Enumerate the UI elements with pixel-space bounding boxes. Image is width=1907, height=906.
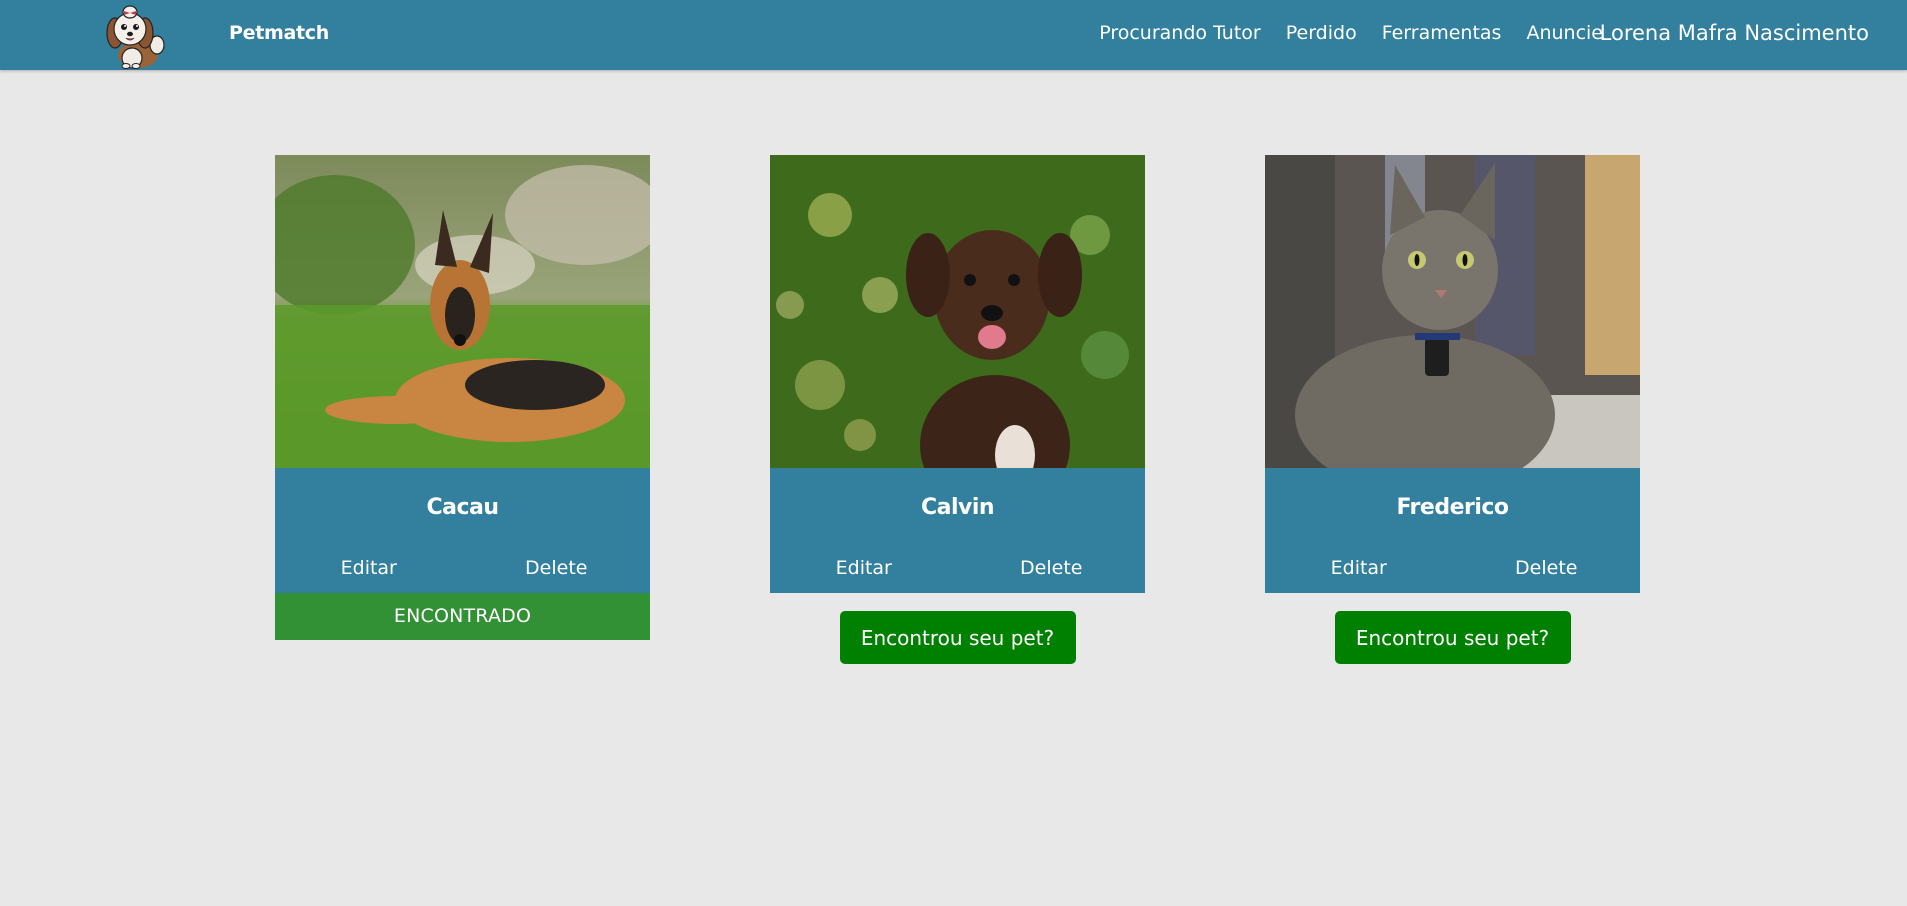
card-actions: Editar Delete [1265,548,1640,593]
pet-name: Frederico [1396,495,1509,520]
delete-button[interactable]: Delete [463,548,651,593]
user-menu[interactable]: Lorena Mafra Nascimento [1600,0,1869,66]
pet-card: Cacau Editar Delete ENCONTRADO [275,155,650,640]
card-actions: Editar Delete [275,548,650,593]
pet-card: Calvin Editar Delete Encontrou seu pet? [770,155,1145,664]
edit-button[interactable]: Editar [1265,548,1453,593]
pet-card: Frederico Editar Delete Encontrou seu pe… [1265,155,1640,664]
nav-link-perdido[interactable]: Perdido [1286,22,1357,44]
nav-link-ferramentas[interactable]: Ferramentas [1382,22,1502,44]
pet-photo-calvin [770,155,1145,468]
pet-photo-frederico [1265,155,1640,468]
found-pet-button[interactable]: Encontrou seu pet? [1334,611,1571,664]
pet-name: Calvin [920,495,995,520]
card-body: Calvin Editar Delete [770,468,1145,593]
edit-button[interactable]: Editar [275,548,463,593]
nav-link-procurando-tutor[interactable]: Procurando Tutor [1099,22,1261,44]
card-body: Cacau Editar Delete [275,468,650,593]
card-body: Frederico Editar Delete [1265,468,1640,593]
delete-button[interactable]: Delete [1453,548,1641,593]
edit-button[interactable]: Editar [770,548,958,593]
found-pet-button[interactable]: Encontrou seu pet? [839,611,1076,664]
found-status-badge: ENCONTRADO [275,593,650,640]
card-actions: Editar Delete [770,548,1145,593]
delete-button[interactable]: Delete [958,548,1146,593]
brand-link[interactable]: Petmatch [229,0,329,66]
pet-name: Cacau [426,495,499,520]
navbar: Petmatch Procurando Tutor Perdido Ferram… [0,0,1907,70]
nav-link-anuncie[interactable]: Anuncie [1526,22,1603,44]
dog-logo-icon[interactable] [102,3,170,69]
pet-photo-cacau [275,155,650,468]
nav-links: Procurando Tutor Perdido Ferramentas Anu… [1099,0,1603,66]
